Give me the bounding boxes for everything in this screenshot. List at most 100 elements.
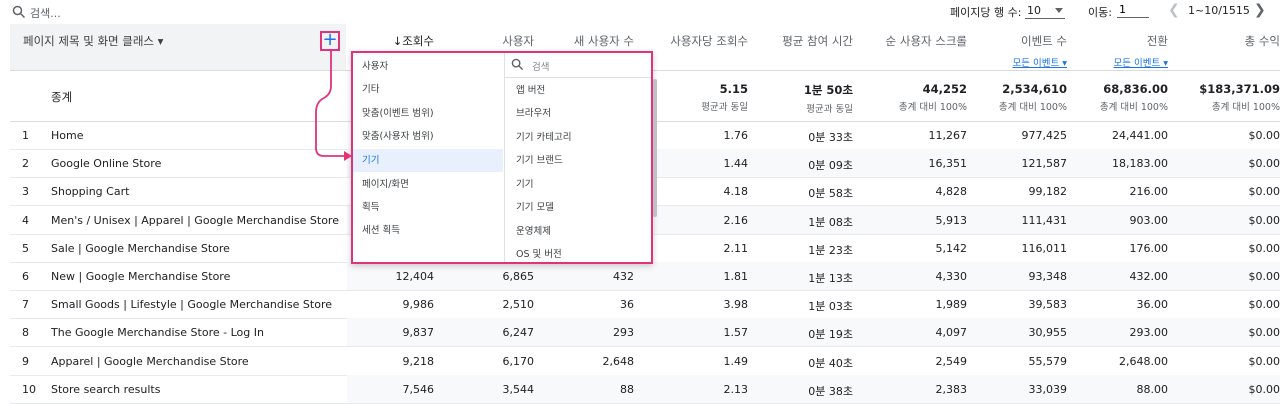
cell-users: 2,510 xyxy=(502,298,535,312)
cell-event-count: 93,348 xyxy=(1028,270,1068,283)
table-row[interactable]: 8 The Google Merchandise Store - Log In 9,… xyxy=(10,318,1280,347)
next-page-icon[interactable]: ❯ xyxy=(1254,2,1266,18)
cell-views-per-user: 4.18 xyxy=(723,185,749,199)
page-title-cell[interactable]: Shopping Cart xyxy=(51,185,129,198)
cell-engagement-time: 1분 03초 xyxy=(808,300,853,314)
cell-event-count: 30,955 xyxy=(1028,326,1068,340)
search-icon[interactable] xyxy=(12,5,26,19)
category-item-other[interactable]: 기타 xyxy=(362,78,379,101)
prev-page-icon[interactable]: ❮ xyxy=(1168,2,1180,18)
cell-users: 6,247 xyxy=(502,326,535,340)
column-header-users[interactable]: 사용자 xyxy=(502,33,534,49)
row-index: 6 xyxy=(22,270,29,283)
page-range: 1~10/1515 xyxy=(1188,4,1250,17)
cell-views-per-user: 1.49 xyxy=(723,354,749,368)
row-index: 3 xyxy=(22,185,29,199)
dimension-label[interactable]: 페이지 제목 및 화면 클래스 ▾ xyxy=(23,33,163,49)
page-title-cell[interactable]: New | Google Merchandise Store xyxy=(51,270,230,283)
column-header-views-per-user[interactable]: 사용자당 조회수 xyxy=(670,33,748,49)
option-operating-system[interactable]: 운영체제 xyxy=(516,220,551,243)
page-title-cell[interactable]: Google Online Store xyxy=(51,157,161,170)
dimension-search-input[interactable]: 검색 xyxy=(532,59,549,73)
cell-new-users: 432 xyxy=(613,270,634,283)
dimension-header[interactable]: 페이지 제목 및 화면 클래스 ▾ + xyxy=(10,24,346,70)
column-header-new-users[interactable]: 새 사용자 수 xyxy=(574,33,634,49)
cell-new-users: 293 xyxy=(613,326,634,340)
cell-views: 12,404 xyxy=(395,270,435,283)
search-input[interactable]: 검색... xyxy=(30,5,61,21)
cell-conversions: 24,441.00 xyxy=(1112,129,1168,142)
dropdown-scrollbar[interactable] xyxy=(653,79,657,217)
cell-event-count: 121,587 xyxy=(1021,157,1068,171)
column-header-engagement-time[interactable]: 평균 참여 시간 xyxy=(782,33,853,49)
cell-engagement-time: 0분 58초 xyxy=(808,187,853,201)
option-os-version[interactable]: OS 및 버전 xyxy=(516,243,562,266)
category-item-device[interactable]: 기기 xyxy=(362,149,379,172)
cell-scrolls: 4,097 xyxy=(935,326,968,340)
cell-conversions: 216.00 xyxy=(1129,185,1169,199)
cell-event-count: 39,583 xyxy=(1028,298,1068,312)
category-item-user[interactable]: 사용자 xyxy=(362,55,388,78)
cell-revenue: $0.00 xyxy=(1248,298,1280,312)
category-item-page-screen[interactable]: 페이지/화면 xyxy=(362,173,409,196)
table-row[interactable]: 6 New | Google Merchandise Store 12,404 6,8… xyxy=(10,262,1280,290)
table-row[interactable]: 7 Small Goods | Lifestyle | Google Mercha… xyxy=(10,290,1280,318)
cell-revenue: $0.00 xyxy=(1248,382,1280,396)
goto-page-input[interactable] xyxy=(1117,2,1149,18)
category-item-custom-user[interactable]: 맞춤(사용자 범위) xyxy=(362,125,434,148)
option-device-category[interactable]: 기기 카테고리 xyxy=(516,126,571,149)
cell-event-count: 977,425 xyxy=(1021,129,1068,142)
cell-engagement-time: 1분 13초 xyxy=(808,272,853,285)
cell-scrolls: 4,828 xyxy=(935,185,968,199)
category-item-custom-event[interactable]: 맞춤(이벤트 범위) xyxy=(362,102,434,125)
dimension-option-list: 검색 앱 버전 브라우저 기기 카테고리 기기 브랜드 기기 기기 모델 운영체… xyxy=(505,53,657,262)
search-icon xyxy=(511,58,524,71)
dimension-search[interactable]: 검색 xyxy=(505,53,651,78)
cell-engagement-time: 0분 33초 xyxy=(808,131,853,144)
cell-revenue: $0.00 xyxy=(1248,354,1280,368)
page-title-cell[interactable]: Home xyxy=(51,129,83,142)
category-item-session-acquisition[interactable]: 세션 획득 xyxy=(362,219,400,242)
cell-scrolls: 5,142 xyxy=(935,241,968,255)
cell-views: 9,986 xyxy=(402,298,435,312)
cell-revenue: $0.00 xyxy=(1248,157,1280,171)
rows-per-page-select[interactable]: 10 xyxy=(1025,2,1065,19)
page-title-cell[interactable]: Men's / Unisex | Apparel | Google Mercha… xyxy=(51,214,339,227)
event-filter-select[interactable]: 모든 이벤트 ▾ xyxy=(1012,55,1067,69)
page-title-cell[interactable]: Sale | Google Merchandise Store xyxy=(51,242,230,255)
column-header-scrolls[interactable]: 순 사용자 스크롤 xyxy=(886,33,967,49)
cell-users: 3,544 xyxy=(502,382,535,396)
total-cell: 2,534,610 총계 대비 100% xyxy=(998,82,1067,113)
cell-event-count: 99,182 xyxy=(1028,185,1068,199)
cell-users: 6,865 xyxy=(502,270,535,283)
cell-event-count: 55,579 xyxy=(1028,354,1068,368)
option-app-version[interactable]: 앱 버전 xyxy=(516,79,545,102)
table-row[interactable]: 10 Store search results 7,546 3,544 88 2.13 0분… xyxy=(10,374,1280,403)
page-title-cell[interactable]: Apparel | Google Merchandise Store xyxy=(51,355,249,368)
add-dimension-dropdown: 사용자 기타 맞춤(이벤트 범위) 맞춤(사용자 범위) 기기 페이지/화면 획… xyxy=(351,51,657,264)
table-row[interactable]: 9 Apparel | Google Merchandise Store 9,218… xyxy=(10,347,1280,375)
total-cell: 44,252 총계 대비 100% xyxy=(898,82,967,113)
cell-views: 9,837 xyxy=(402,326,435,340)
page-title-cell[interactable]: Small Goods | Lifestyle | Google Merchan… xyxy=(51,298,332,311)
option-device-brand[interactable]: 기기 브랜드 xyxy=(516,149,563,172)
column-header-revenue[interactable]: 총 수익 xyxy=(1245,33,1280,49)
row-index: 4 xyxy=(22,213,29,227)
option-device-model[interactable]: 기기 모델 xyxy=(516,196,554,219)
page-title-cell[interactable]: The Google Merchandise Store - Log In xyxy=(51,326,264,339)
total-cell: $183,371.09 총계 대비 100% xyxy=(1199,82,1280,113)
row-index: 7 xyxy=(22,298,29,312)
column-header-conversions[interactable]: 전환 모든 이벤트 ▾ xyxy=(1113,33,1168,69)
row-index: 9 xyxy=(22,354,29,368)
column-header-event-count[interactable]: 이벤트 수 모든 이벤트 ▾ xyxy=(1012,33,1067,69)
category-item-acquisition[interactable]: 획득 xyxy=(362,196,379,219)
option-browser[interactable]: 브라우저 xyxy=(516,102,551,125)
option-device[interactable]: 기기 xyxy=(516,173,533,196)
cell-scrolls: 2,549 xyxy=(935,354,968,368)
column-header-views[interactable]: ↓조회수 xyxy=(393,33,434,49)
row-index: 8 xyxy=(22,326,29,340)
conversion-filter-select[interactable]: 모든 이벤트 ▾ xyxy=(1113,55,1168,69)
cell-new-users: 36 xyxy=(620,298,634,312)
cell-new-users: 88 xyxy=(620,382,634,396)
page-title-cell[interactable]: Store search results xyxy=(51,383,160,396)
